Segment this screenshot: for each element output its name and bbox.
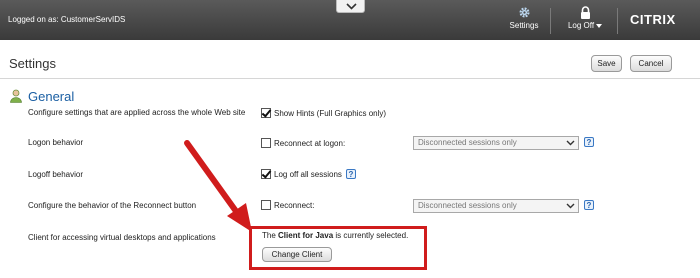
log-off-all-sessions-label: Log off all sessions xyxy=(274,170,342,179)
chevron-down-icon xyxy=(596,23,603,28)
help-icon[interactable]: ? xyxy=(346,169,356,179)
log-off-label: Log Off xyxy=(567,21,595,30)
log-off-button[interactable]: Log Off xyxy=(563,6,607,36)
user-icon xyxy=(10,89,22,103)
reconnect-select[interactable]: Disconnected sessions only xyxy=(413,199,579,213)
select-value: Disconnected sessions only xyxy=(418,138,517,147)
chevron-down-icon xyxy=(346,3,357,10)
help-icon[interactable]: ? xyxy=(584,137,594,147)
reconnect-at-logon-label: Reconnect at logon: xyxy=(274,139,346,148)
client-name: Client for Java xyxy=(278,231,334,240)
show-hints-checkbox[interactable] xyxy=(261,108,271,118)
logon-behavior-label: Logon behavior xyxy=(28,138,84,147)
client-setting-label: Client for accessing virtual desktops an… xyxy=(28,233,216,242)
reconnect-at-logon-checkbox[interactable] xyxy=(261,138,271,148)
reconnect-button-behavior-label: Configure the behavior of the Reconnect … xyxy=(28,201,197,210)
divider xyxy=(0,78,700,79)
divider xyxy=(617,8,618,34)
cancel-button[interactable]: Cancel xyxy=(630,55,672,72)
reconnect-label: Reconnect: xyxy=(274,201,315,210)
save-button[interactable]: Save xyxy=(591,55,622,72)
current-client-text: The Client for Java is currently selecte… xyxy=(262,231,408,240)
show-hints-label: Show Hints (Full Graphics only) xyxy=(274,109,387,118)
help-icon[interactable]: ? xyxy=(584,200,594,210)
settings-button[interactable]: Settings xyxy=(507,6,541,36)
logon-reconnect-select[interactable]: Disconnected sessions only xyxy=(413,136,579,150)
chevron-down-icon xyxy=(566,140,575,146)
top-bar: Logged on as: CustomerServIDS Settings L… xyxy=(0,0,700,40)
logoff-behavior-label: Logoff behavior xyxy=(28,170,84,179)
client-text-prefix: The xyxy=(262,231,279,240)
logged-on-text: Logged on as: CustomerServIDS xyxy=(8,15,126,24)
chevron-down-icon xyxy=(566,203,575,209)
client-text-suffix: is currently selected. xyxy=(333,231,409,240)
gear-icon xyxy=(518,7,530,18)
hints-setting-label: Configure settings that are applied acro… xyxy=(28,108,246,117)
page-title: Settings xyxy=(9,56,56,71)
change-client-button[interactable]: Change Client xyxy=(262,247,332,262)
select-value: Disconnected sessions only xyxy=(418,201,517,210)
log-off-all-sessions-checkbox[interactable] xyxy=(261,169,271,179)
settings-label: Settings xyxy=(509,21,539,30)
section-title: General xyxy=(28,89,75,104)
citrix-logo: CITRIX xyxy=(630,12,676,27)
lock-icon xyxy=(580,6,590,19)
divider xyxy=(550,8,551,34)
collapse-toggle[interactable] xyxy=(336,0,365,13)
reconnect-checkbox[interactable] xyxy=(261,200,271,210)
